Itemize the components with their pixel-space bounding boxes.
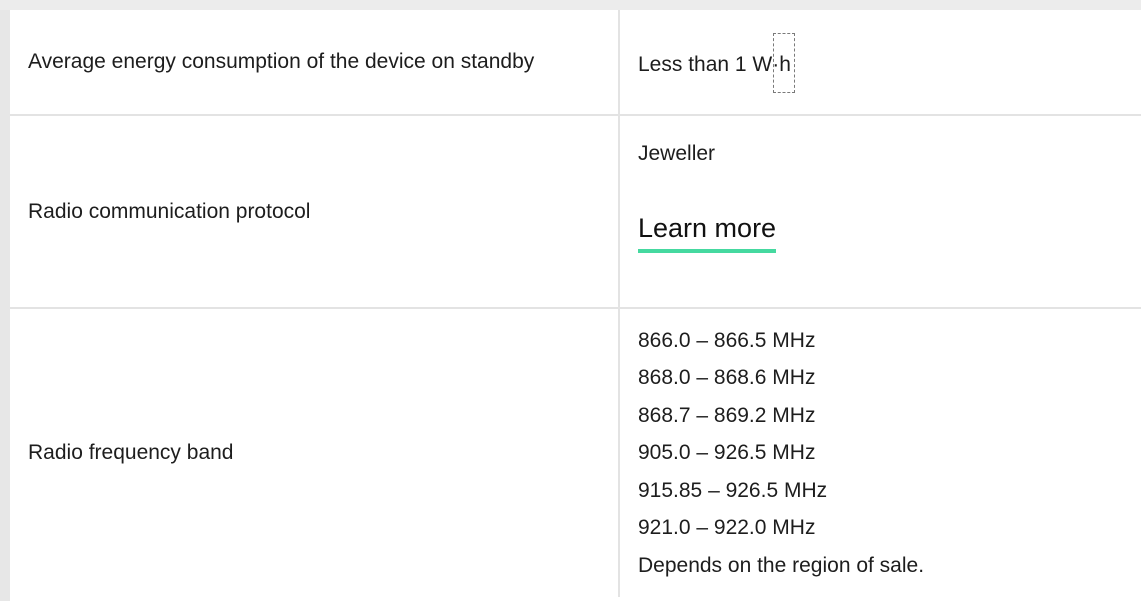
protocol-name: Jeweller (638, 142, 716, 165)
table-row: Average energy consumption of the device… (10, 10, 1141, 116)
spec-label-cell: Radio communication protocol (10, 115, 620, 309)
spec-value-cell: Less than 1 W· h (619, 10, 1141, 116)
frequency-band-item: 868.0 – 868.6 MHz (638, 366, 816, 390)
spec-value-cell: 866.0 – 866.5 MHz 868.0 – 868.6 MHz 868.… (619, 308, 1141, 597)
frequency-band-item: 866.0 – 866.5 MHz (638, 328, 816, 352)
top-border (0, 0, 1141, 10)
spec-value-cell: Jeweller Learn more (619, 115, 1141, 309)
frequency-band-item: 921.0 – 922.0 MHz (638, 516, 816, 540)
protocol-block: Jeweller Learn more (638, 116, 1123, 307)
table-row: Radio frequency band 866.0 – 866.5 MHz 8… (10, 308, 1141, 597)
frequency-band-item: 905.0 – 926.5 MHz (638, 441, 816, 465)
unit-selection[interactable]: h (773, 33, 796, 93)
spec-label-cell: Radio frequency band (10, 308, 620, 597)
spec-label: Radio frequency band (28, 441, 234, 464)
spec-label: Average energy consumption of the device… (28, 50, 535, 73)
standby-consumption-text: Less than 1 W· (638, 53, 780, 76)
left-border (0, 10, 10, 601)
table-row: Radio communication protocol Jeweller Le… (10, 115, 1141, 309)
standby-consumption-value: Less than 1 W· h (638, 33, 796, 93)
learn-more-link[interactable]: Learn more (638, 210, 777, 253)
frequency-band-item: 915.85 – 926.5 MHz (638, 478, 828, 502)
spec-page: Average energy consumption of the device… (0, 0, 1141, 601)
frequency-band-item: 868.7 – 869.2 MHz (638, 403, 816, 427)
spec-table: Average energy consumption of the device… (10, 10, 1141, 597)
frequency-band-note: Depends on the region of sale. (638, 553, 925, 577)
selection-outline (773, 33, 796, 93)
spec-label-cell: Average energy consumption of the device… (10, 10, 620, 116)
frequency-band-list: 866.0 – 866.5 MHz 868.0 – 868.6 MHz 868.… (638, 322, 1123, 585)
spec-label: Radio communication protocol (28, 199, 311, 223)
